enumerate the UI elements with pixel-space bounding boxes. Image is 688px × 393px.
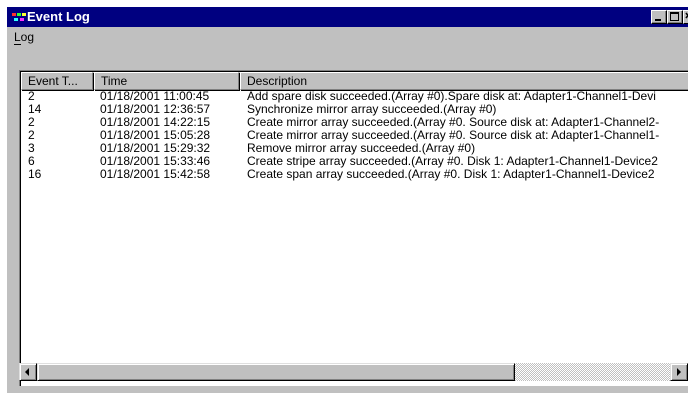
- time-cell: 01/18/2001 15:29:32: [100, 142, 211, 155]
- table-row[interactable]: 16 01/18/2001 15:42:58 Create span array…: [21, 168, 688, 181]
- event-type-cell: 2: [28, 116, 35, 129]
- table-row[interactable]: 3 01/18/2001 15:29:32 Remove mirror arra…: [21, 142, 688, 155]
- description-cell: Create span array succeeded.(Array #0. D…: [247, 168, 655, 181]
- time-cell: 01/18/2001 12:36:57: [100, 103, 211, 116]
- time-cell: 01/18/2001 15:05:28: [100, 129, 211, 142]
- description-cell: Create stripe array succeeded.(Array #0.…: [247, 155, 658, 168]
- event-type-cell: 2: [28, 90, 35, 103]
- menu-bar: Log: [7, 27, 688, 47]
- event-type-cell: 2: [28, 129, 35, 142]
- event-type-cell: 14: [28, 103, 42, 116]
- app-icon: [12, 13, 26, 21]
- maximize-icon: [670, 12, 679, 21]
- horizontal-scrollbar[interactable]: [19, 363, 688, 381]
- scroll-left-button[interactable]: [19, 363, 37, 381]
- event-type-cell: 3: [28, 142, 35, 155]
- close-icon: [685, 12, 688, 19]
- time-cell: 01/18/2001 15:33:46: [100, 155, 211, 168]
- event-type-cell: 16: [28, 168, 42, 181]
- table-row[interactable]: 14 01/18/2001 12:36:57 Synchronize mirro…: [21, 103, 688, 116]
- column-header-time[interactable]: Time: [94, 72, 239, 90]
- maximize-button[interactable]: [667, 10, 683, 24]
- description-cell: Remove mirror array succeeded.(Array #0): [247, 142, 476, 155]
- arrow-left-icon: [25, 368, 29, 376]
- menu-log-label: Log: [14, 30, 35, 44]
- list-header: Event T... Time Description: [21, 72, 688, 90]
- arrow-right-icon: [677, 368, 681, 376]
- table-row[interactable]: 2 01/18/2001 11:00:45 Add spare disk suc…: [21, 90, 688, 103]
- menu-log[interactable]: Log: [11, 30, 37, 44]
- menu-log-mnemonic-underline: [14, 44, 21, 45]
- event-list[interactable]: Event T... Time Description 2 01/18/2001…: [19, 70, 688, 386]
- description-cell: Create mirror array succeeded.(Array #0.…: [247, 129, 660, 142]
- event-type-cell: 6: [28, 155, 35, 168]
- description-cell: Synchronize mirror array succeeded.(Arra…: [247, 103, 497, 116]
- scroll-right-button[interactable]: [670, 363, 688, 381]
- time-cell: 01/18/2001 14:22:15: [100, 116, 211, 129]
- close-button[interactable]: [683, 10, 688, 24]
- column-header-event-type[interactable]: Event T...: [21, 72, 93, 90]
- event-log-window: Event Log Log Event T... Time Descriptio…: [7, 7, 688, 393]
- minimize-button[interactable]: [651, 10, 667, 24]
- scroll-thumb[interactable]: [37, 363, 515, 381]
- table-row[interactable]: 6 01/18/2001 15:33:46 Create stripe arra…: [21, 155, 688, 168]
- list-rows: 2 01/18/2001 11:00:45 Add spare disk suc…: [21, 90, 688, 181]
- table-row[interactable]: 2 01/18/2001 14:22:15 Create mirror arra…: [21, 116, 688, 129]
- description-cell: Add spare disk succeeded.(Array #0).Spar…: [247, 90, 656, 103]
- time-cell: 01/18/2001 15:42:58: [100, 168, 211, 181]
- title-bar[interactable]: Event Log: [7, 7, 688, 27]
- column-header-description[interactable]: Description: [240, 72, 688, 90]
- window-title: Event Log: [27, 9, 90, 24]
- description-cell: Create mirror array succeeded.(Array #0.…: [247, 116, 660, 129]
- time-cell: 01/18/2001 11:00:45: [100, 90, 210, 103]
- minimize-icon: [655, 19, 661, 21]
- table-row[interactable]: 2 01/18/2001 15:05:28 Create mirror arra…: [21, 129, 688, 142]
